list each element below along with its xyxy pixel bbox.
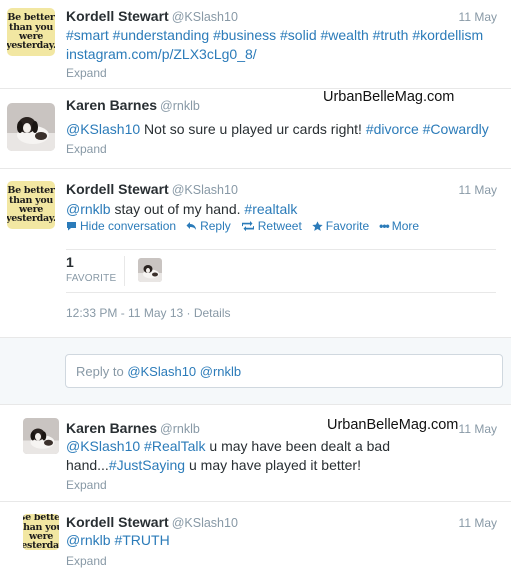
watermark: UrbanBelleMag.com	[323, 89, 455, 105]
tweet-time[interactable]: 11 May	[459, 422, 497, 436]
tweet[interactable]: Be better than you were yesterday. Korde…	[0, 502, 511, 574]
watermark: UrbanBelleMag.com	[327, 417, 459, 433]
avatar-quote-text: Be better than you were yesterday.	[7, 185, 55, 225]
tweet-fullname[interactable]: Kordell Stewart	[66, 8, 169, 24]
hashtag[interactable]: #RealTalk	[144, 438, 205, 454]
avatar-quote-text: Be better than you were yesterday.	[23, 514, 59, 550]
tweet-body: Not so sure u played ur cards right!	[140, 121, 366, 137]
tweet-body: u may have played it better!	[185, 457, 361, 473]
tweet-text: @KSlash10 #RealTalk u may have been deal…	[66, 437, 486, 475]
tweet-hashtags[interactable]: #smart #understanding #business #solid #…	[66, 26, 483, 45]
hashtag[interactable]: #TRUTH	[114, 532, 169, 548]
expand-link[interactable]: Expand	[66, 142, 107, 156]
tweet-fullname[interactable]: Karen Barnes	[66, 97, 157, 113]
tweet-time[interactable]: 11 May	[459, 516, 497, 530]
tweet[interactable]: Be better than you were yesterday. Korde…	[0, 0, 511, 89]
favorites-count[interactable]: 1	[66, 254, 74, 270]
tweet-mention[interactable]: @KSlash10	[66, 438, 140, 454]
favorite-label: Favorite	[325, 219, 370, 233]
avatar[interactable]: Be better than you were yesterday.	[7, 181, 55, 229]
reply-mentions: @KSlash10 @rnklb	[127, 364, 242, 379]
tweet-body: u may have been dealt a bad	[205, 438, 390, 454]
tweet-fullname[interactable]: Karen Barnes	[66, 420, 157, 436]
tweet-stats: 1 FAVORITE	[66, 249, 496, 293]
tweet-fullname[interactable]: Kordell Stewart	[66, 181, 169, 197]
tweet-timestamp-details[interactable]: 12:33 PM - 11 May 13 · Details	[66, 306, 231, 320]
favorite-button[interactable]: Favorite	[312, 219, 369, 233]
favoriter-avatar[interactable]	[138, 258, 162, 282]
reply-label: Reply	[200, 219, 231, 233]
tweet-username[interactable]: @KSlash10	[172, 516, 238, 530]
tweet-mention[interactable]: @KSlash10	[66, 121, 140, 137]
reply-icon	[186, 222, 197, 230]
tweet-mention[interactable]: @rnklb	[66, 532, 111, 548]
speech-bubble-icon	[67, 222, 76, 231]
retweet-label: Retweet	[257, 219, 302, 233]
hashtag[interactable]: #JustSaying	[109, 457, 185, 473]
tweet-mention[interactable]: @rnklb	[66, 201, 111, 217]
tweet-text: @KSlash10 Not so sure u played ur cards …	[66, 120, 489, 139]
tweet-username[interactable]: @KSlash10	[172, 10, 238, 24]
tweet[interactable]: Karen Barnes @rnklb UrbanBelleMag.com 11 …	[0, 405, 511, 502]
reply-area: Reply to @KSlash10 @rnklb	[0, 338, 511, 405]
reply-input[interactable]: Reply to @KSlash10 @rnklb	[65, 354, 503, 388]
tweet-username[interactable]: @rnklb	[160, 422, 200, 436]
reply-button[interactable]: Reply	[186, 219, 231, 233]
tweet-link[interactable]: instagram.com/p/ZLX3cLg0_8/	[66, 45, 257, 64]
tweet-username[interactable]: @rnklb	[160, 99, 200, 113]
hashtag[interactable]: #realtalk	[244, 201, 297, 217]
expand-link[interactable]: Expand	[66, 554, 107, 568]
more-label: More	[391, 219, 420, 233]
retweet-icon	[241, 221, 254, 231]
tweet-body: hand...	[66, 457, 109, 473]
expand-link[interactable]: Expand	[66, 66, 107, 80]
hashtag[interactable]: #divorce	[366, 121, 419, 137]
hashtag[interactable]: #Cowardly	[423, 121, 489, 137]
expand-link[interactable]: Expand	[66, 478, 107, 492]
tweet-text: @rnklb stay out of my hand. #realtalk	[66, 200, 297, 219]
more-button[interactable]: ••• More	[379, 219, 419, 233]
star-icon	[312, 220, 323, 231]
avatar[interactable]: Be better than you were yesterday.	[23, 514, 59, 550]
favorites-label: FAVORITE	[66, 273, 117, 284]
stats-divider	[124, 256, 125, 286]
tweet-text: @rnklb #TRUTH	[66, 531, 170, 550]
avatar[interactable]	[23, 418, 59, 454]
dog-photo-icon	[23, 418, 59, 454]
tweet-username[interactable]: @KSlash10	[172, 183, 238, 197]
hide-conversation-label: Hide conversation	[80, 219, 177, 233]
tweet-time[interactable]: 11 May	[459, 10, 497, 24]
retweet-button[interactable]: Retweet	[241, 219, 302, 233]
dog-photo-icon	[7, 103, 55, 151]
dog-photo-icon	[138, 258, 162, 282]
tweet-body: stay out of my hand.	[110, 201, 245, 217]
reply-prefix: Reply to	[76, 364, 128, 379]
tweet-time[interactable]: 11 May	[459, 183, 497, 197]
more-dots-icon: •••	[379, 219, 390, 233]
avatar-quote-text: Be better than you were yesterday.	[7, 12, 55, 52]
avatar[interactable]: Be better than you were yesterday.	[7, 8, 55, 56]
tweet-fullname[interactable]: Kordell Stewart	[66, 514, 169, 530]
tweet-actions: Hide conversation Reply Retweet Favorite…	[66, 219, 419, 233]
avatar[interactable]	[7, 103, 55, 151]
tweet-expanded[interactable]: Be better than you were yesterday. Korde…	[0, 169, 511, 338]
hide-conversation-button[interactable]: Hide conversation	[66, 219, 176, 233]
tweet[interactable]: Karen Barnes @rnklb UrbanBelleMag.com @KS…	[0, 89, 511, 169]
